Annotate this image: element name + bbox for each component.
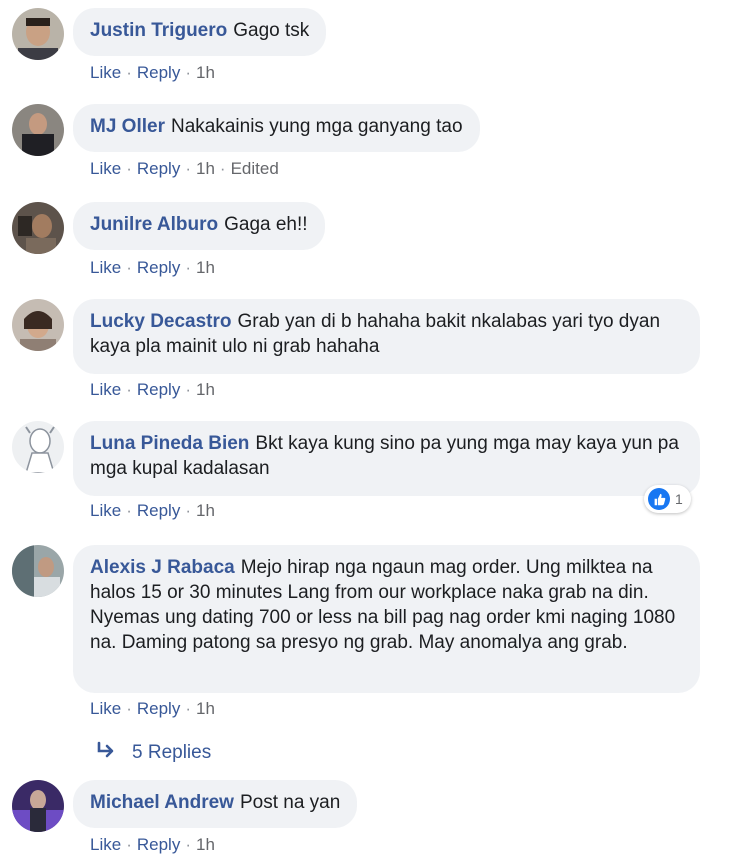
timestamp[interactable]: 1h xyxy=(196,63,215,82)
separator: · xyxy=(185,699,191,718)
thumbs-up-icon xyxy=(648,488,670,510)
comment-bubble: Luna Pineda Bien Bkt kaya kung sino pa yu… xyxy=(73,421,700,496)
like-link[interactable]: Like xyxy=(90,159,121,178)
comment-author[interactable]: MJ Oller xyxy=(90,116,165,137)
avatar[interactable] xyxy=(12,8,64,60)
like-link[interactable]: Like xyxy=(90,835,121,854)
comment-bubble: MJ Oller Nakakainis yung mga ganyang tao xyxy=(73,104,480,152)
view-replies-link[interactable]: 5 Replies xyxy=(96,741,211,765)
avatar[interactable] xyxy=(12,545,64,597)
comment-actions: Like · Reply · 1h xyxy=(90,501,215,521)
comment-bubble: Lucky Decastro Grab yan di b hahaha bakit… xyxy=(73,299,700,374)
comment-author[interactable]: Lucky Decastro xyxy=(90,311,232,332)
comment-author[interactable]: Alexis J Rabaca xyxy=(90,557,235,578)
separator: · xyxy=(185,63,191,82)
like-link[interactable]: Like xyxy=(90,380,121,399)
comment-bubble: Justin Triguero Gago tsk xyxy=(73,8,327,56)
separator: · xyxy=(126,835,132,854)
like-link[interactable]: Like xyxy=(90,258,121,277)
separator: · xyxy=(185,501,191,520)
like-link[interactable]: Like xyxy=(90,699,121,718)
timestamp[interactable]: 1h xyxy=(196,835,215,854)
reply-link[interactable]: Reply xyxy=(137,699,180,718)
comment-actions: Like · Reply · 1h xyxy=(90,699,215,719)
comment-bubble: Michael Andrew Post na yan xyxy=(73,780,358,828)
comment-actions: Like · Reply · 1h xyxy=(90,63,215,83)
comment-actions: Like · Reply · 1h xyxy=(90,835,215,855)
comment-author[interactable]: Michael Andrew xyxy=(90,792,234,813)
comment-author[interactable]: Luna Pineda Bien xyxy=(90,433,249,454)
separator: · xyxy=(185,159,191,178)
separator: · xyxy=(219,159,226,178)
reply-link[interactable]: Reply xyxy=(137,258,180,277)
timestamp[interactable]: 1h xyxy=(196,159,215,178)
avatar[interactable] xyxy=(12,299,64,351)
avatar[interactable] xyxy=(12,780,64,832)
avatar[interactable] xyxy=(12,421,64,473)
timestamp[interactable]: 1h xyxy=(196,699,215,718)
reaction-count: 1 xyxy=(675,491,683,507)
separator: · xyxy=(126,63,132,82)
comment-actions: Like · Reply · 1h xyxy=(90,258,215,278)
reply-link[interactable]: Reply xyxy=(137,501,180,520)
avatar[interactable] xyxy=(12,104,64,156)
reply-link[interactable]: Reply xyxy=(137,63,180,82)
separator: · xyxy=(126,380,132,399)
comment-text: Nakakainis yung mga ganyang tao xyxy=(170,116,463,137)
separator: · xyxy=(126,501,132,520)
timestamp[interactable]: 1h xyxy=(196,258,215,277)
separator: · xyxy=(126,258,132,277)
edited-label[interactable]: Edited xyxy=(231,159,279,178)
timestamp[interactable]: 1h xyxy=(196,380,215,399)
reply-arrow-icon xyxy=(96,741,118,765)
reply-link[interactable]: Reply xyxy=(137,835,180,854)
like-link[interactable]: Like xyxy=(90,63,121,82)
reply-link[interactable]: Reply xyxy=(137,380,180,399)
comment-actions: Like · Reply · 1h · Edited xyxy=(90,159,279,179)
comment-text: Gago tsk xyxy=(233,20,310,41)
separator: · xyxy=(185,258,191,277)
like-link[interactable]: Like xyxy=(90,501,121,520)
reaction-count-badge[interactable]: 1 xyxy=(644,485,691,513)
separator: · xyxy=(126,699,132,718)
replies-count-label[interactable]: 5 Replies xyxy=(132,742,211,764)
comment-actions: Like · Reply · 1h xyxy=(90,380,215,400)
separator: · xyxy=(126,159,132,178)
avatar[interactable] xyxy=(12,202,64,254)
comment-text: Gaga eh!! xyxy=(224,214,308,235)
comment-bubble: Junilre Alburo Gaga eh!! xyxy=(73,202,325,250)
comment-bubble: Alexis J Rabaca Mejo hirap nga ngaun mag … xyxy=(73,545,700,693)
comment-author[interactable]: Junilre Alburo xyxy=(90,214,218,235)
reply-link[interactable]: Reply xyxy=(137,159,180,178)
comment-author[interactable]: Justin Triguero xyxy=(90,20,227,41)
timestamp[interactable]: 1h xyxy=(196,501,215,520)
comment-text: Post na yan xyxy=(239,792,341,813)
separator: · xyxy=(185,835,191,854)
separator: · xyxy=(185,380,191,399)
